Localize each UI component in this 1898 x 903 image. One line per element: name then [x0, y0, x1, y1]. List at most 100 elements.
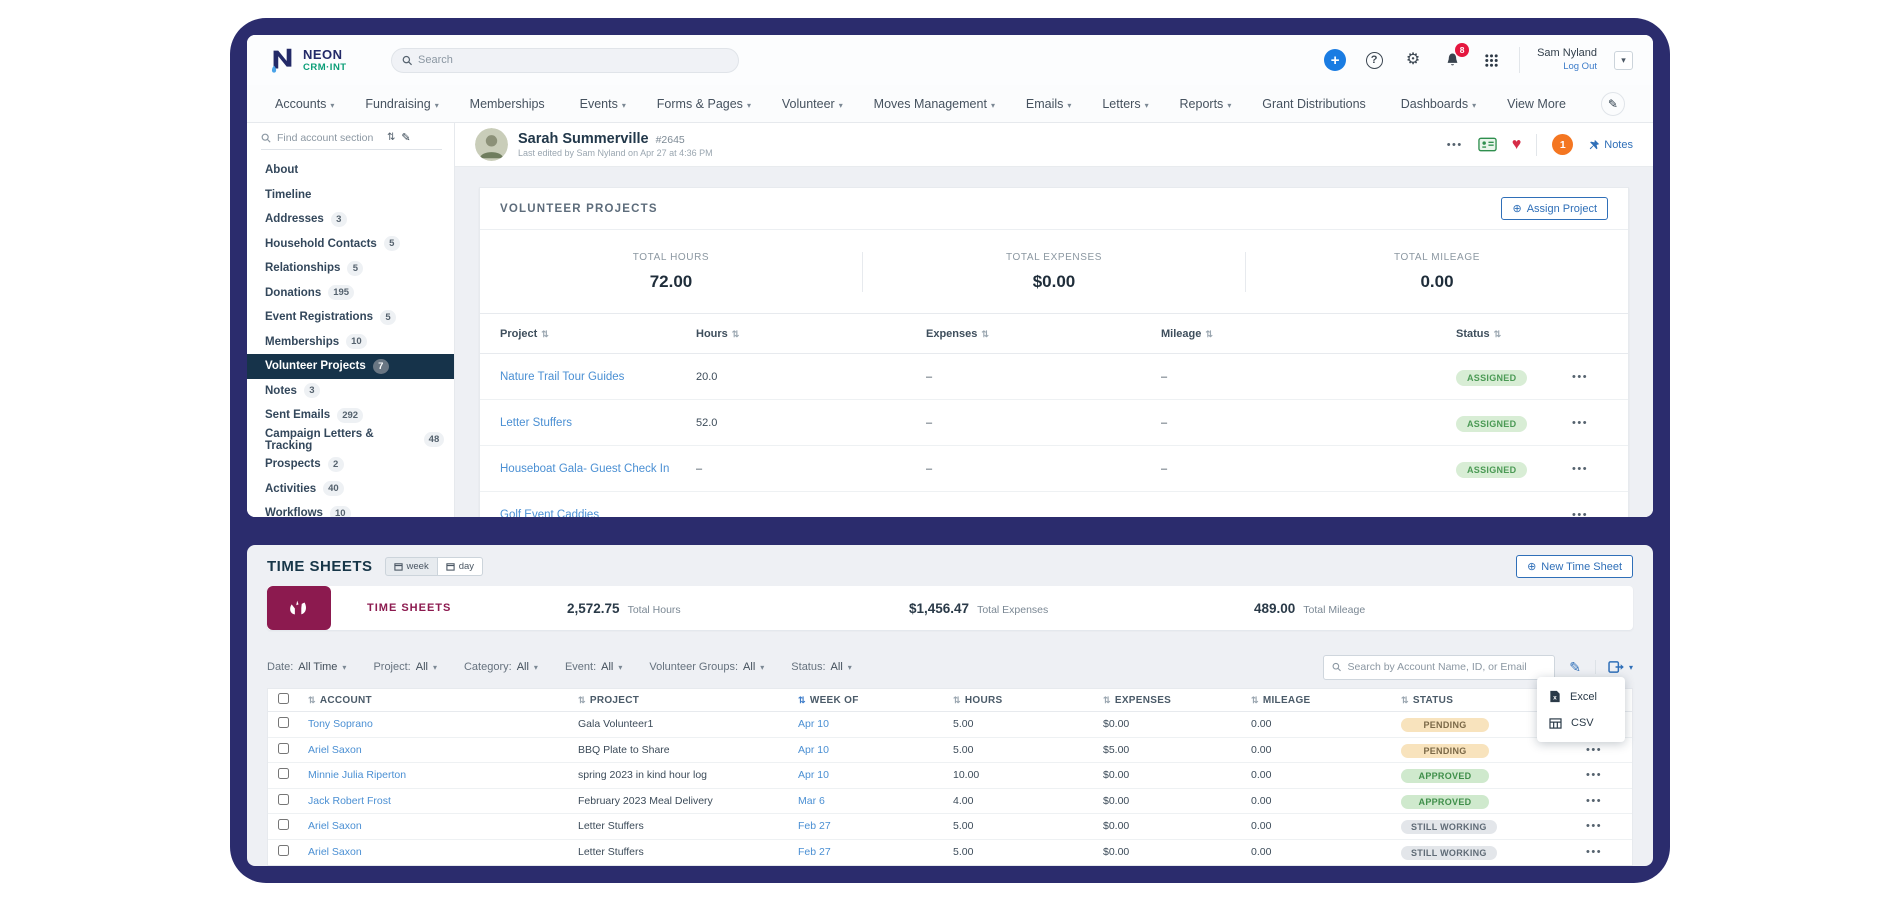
column-header-expenses[interactable]: ⇅EXPENSES: [1103, 695, 1251, 706]
row-checkbox[interactable]: [278, 717, 289, 728]
nav-volunteer[interactable]: Volunteer▾: [782, 97, 843, 111]
assign-project-button[interactable]: ⊕Assign Project: [1501, 197, 1608, 220]
global-search-input[interactable]: [418, 54, 728, 66]
sidebar-item-campaign-letters[interactable]: Campaign Letters & Tracking48: [247, 428, 454, 453]
nav-reports[interactable]: Reports▾: [1180, 97, 1232, 111]
column-header-mileage[interactable]: ⇅MILEAGE: [1251, 695, 1401, 706]
nav-grant-distributions[interactable]: Grant Distributions: [1262, 97, 1370, 111]
neon-logo[interactable]: NEON CRM·INT: [267, 45, 347, 75]
column-header-project[interactable]: Project⇅: [500, 328, 696, 340]
project-link[interactable]: Letter Stuffers: [500, 417, 696, 429]
week-of-link[interactable]: Feb 27: [798, 820, 953, 832]
column-header-week-of[interactable]: ⇅WEEK OF: [798, 695, 953, 706]
row-actions-button[interactable]: •••: [1572, 509, 1608, 518]
sidebar-item-workflows[interactable]: Workflows10: [247, 501, 454, 517]
filter-date[interactable]: Date:All Time▾: [267, 661, 346, 673]
select-all-checkbox[interactable]: [278, 693, 289, 704]
nav-accounts[interactable]: Accounts▾: [275, 97, 334, 111]
row-actions-button[interactable]: •••: [1586, 846, 1626, 858]
filter-project[interactable]: Project:All▾: [373, 661, 437, 673]
global-search[interactable]: [391, 48, 739, 73]
new-time-sheet-button[interactable]: ⊕New Time Sheet: [1516, 555, 1633, 578]
help-button[interactable]: ?: [1363, 49, 1385, 71]
project-link[interactable]: Houseboat Gala- Guest Check In: [500, 463, 696, 475]
toggle-week-button[interactable]: week: [385, 557, 438, 576]
account-link[interactable]: Tony Soprano: [308, 718, 578, 730]
contact-card-icon[interactable]: [1478, 137, 1497, 152]
filter-volunteer-groups[interactable]: Volunteer Groups:All▾: [649, 661, 764, 673]
nav-memberships[interactable]: Memberships: [470, 97, 549, 111]
filter-event[interactable]: Event:All▾: [565, 661, 622, 673]
week-of-link[interactable]: Feb 27: [798, 846, 953, 858]
sidebar-item-event-registrations[interactable]: Event Registrations5: [247, 305, 454, 330]
row-actions-button[interactable]: •••: [1586, 795, 1626, 807]
sidebar-item-donations[interactable]: Donations195: [247, 281, 454, 306]
row-actions-button[interactable]: •••: [1586, 744, 1626, 756]
account-link[interactable]: Jack Robert Frost: [308, 795, 578, 807]
row-actions-button[interactable]: •••: [1572, 417, 1608, 429]
column-header-project[interactable]: ⇅PROJECT: [578, 695, 798, 706]
sidebar-item-sent-emails[interactable]: Sent Emails292: [247, 403, 454, 428]
sidebar-item-volunteer-projects[interactable]: Volunteer Projects7: [247, 354, 454, 379]
export-excel-option[interactable]: x Excel: [1537, 683, 1625, 710]
export-button[interactable]: ▾: [1595, 660, 1633, 674]
nav-events[interactable]: Events▾: [580, 97, 626, 111]
account-link[interactable]: Ariel Saxon: [308, 820, 578, 832]
edit-nav-button[interactable]: ✎: [1601, 92, 1625, 116]
nav-forms-pages[interactable]: Forms & Pages▾: [657, 97, 751, 111]
sidebar-item-about[interactable]: About: [247, 158, 454, 183]
column-header-mileage[interactable]: Mileage⇅: [1161, 328, 1456, 340]
account-link[interactable]: Minnie Julia Riperton: [308, 769, 578, 781]
logout-link[interactable]: Log Out: [1537, 61, 1597, 73]
project-link[interactable]: Golf Event Caddies: [500, 509, 696, 518]
sort-sections-icon[interactable]: ⇅: [387, 132, 395, 143]
filter-category[interactable]: Category:All▾: [464, 661, 538, 673]
row-checkbox[interactable]: [278, 743, 289, 754]
apps-button[interactable]: [1480, 49, 1502, 71]
edit-sections-icon[interactable]: ✎: [401, 131, 410, 144]
week-of-link[interactable]: Apr 10: [798, 718, 953, 730]
favorite-heart-icon[interactable]: ♥: [1512, 137, 1522, 153]
nav-fundraising[interactable]: Fundraising▾: [365, 97, 438, 111]
account-link[interactable]: Ariel Saxon: [308, 846, 578, 858]
column-header-status[interactable]: Status⇅: [1456, 328, 1572, 340]
notifications-button[interactable]: 8: [1441, 49, 1463, 71]
row-actions-button[interactable]: •••: [1586, 769, 1626, 781]
time-sheet-search[interactable]: [1323, 655, 1555, 680]
flag-count-badge[interactable]: 1: [1552, 134, 1573, 155]
row-actions-button[interactable]: •••: [1572, 371, 1608, 383]
sidebar-item-relationships[interactable]: Relationships5: [247, 256, 454, 281]
project-link[interactable]: Nature Trail Tour Guides: [500, 371, 696, 383]
sidebar-item-timeline[interactable]: Timeline: [247, 183, 454, 208]
column-header-hours[interactable]: Hours⇅: [696, 328, 926, 340]
row-checkbox[interactable]: [278, 819, 289, 830]
week-of-link[interactable]: Apr 10: [798, 744, 953, 756]
sidebar-item-prospects[interactable]: Prospects2: [247, 452, 454, 477]
notes-button[interactable]: Notes: [1588, 139, 1633, 151]
nav-letters[interactable]: Letters▾: [1102, 97, 1148, 111]
account-link[interactable]: Ariel Saxon: [308, 744, 578, 756]
column-header-account[interactable]: ⇅ACCOUNT: [308, 695, 578, 706]
nav-moves-management[interactable]: Moves Management▾: [874, 97, 995, 111]
sidebar-search-input[interactable]: [277, 132, 381, 144]
sidebar-item-memberships[interactable]: Memberships10: [247, 330, 454, 355]
row-actions-button[interactable]: •••: [1572, 463, 1608, 475]
export-csv-option[interactable]: CSV: [1537, 710, 1625, 736]
create-new-button[interactable]: +: [1324, 49, 1346, 71]
filter-status[interactable]: Status:All▾: [791, 661, 852, 673]
row-actions-button[interactable]: •••: [1586, 820, 1626, 832]
user-dropdown-button[interactable]: ▾: [1614, 51, 1633, 70]
week-of-link[interactable]: Apr 10: [798, 769, 953, 781]
week-of-link[interactable]: Mar 6: [798, 795, 953, 807]
nav-emails[interactable]: Emails▾: [1026, 97, 1072, 111]
edit-columns-icon[interactable]: ✎: [1569, 659, 1581, 676]
toggle-day-button[interactable]: day: [438, 557, 483, 576]
settings-button[interactable]: ⚙: [1402, 49, 1424, 71]
sidebar-item-notes[interactable]: Notes3: [247, 379, 454, 404]
sidebar-item-addresses[interactable]: Addresses3: [247, 207, 454, 232]
time-sheet-search-input[interactable]: [1348, 661, 1547, 673]
sidebar-item-activities[interactable]: Activities40: [247, 477, 454, 502]
nav-view-more[interactable]: View More: [1507, 97, 1570, 111]
row-checkbox[interactable]: [278, 768, 289, 779]
row-checkbox[interactable]: [278, 845, 289, 856]
